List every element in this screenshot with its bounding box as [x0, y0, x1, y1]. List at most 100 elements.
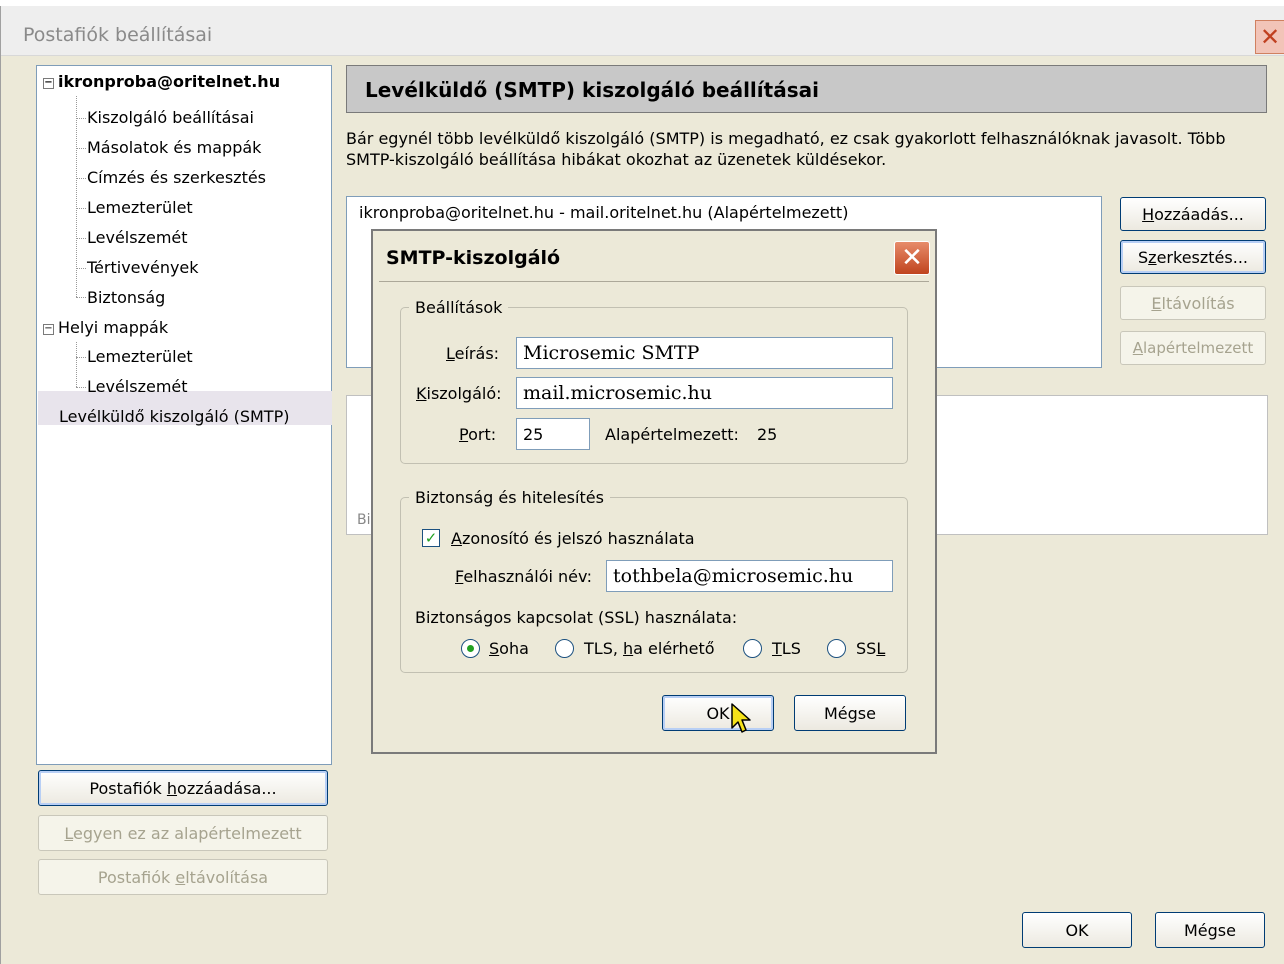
- description-line: SMTP-kiszolgáló beállítása hibákat okozh…: [346, 150, 887, 169]
- add-smtp-button[interactable]: Hozzáadás...: [1120, 197, 1266, 231]
- tree-account-local-folders[interactable]: − Helyi mappák: [43, 318, 168, 337]
- server-label: Kiszolgáló:: [416, 384, 502, 403]
- server-input[interactable]: [516, 377, 893, 409]
- label-part: TLS,: [584, 639, 624, 658]
- collapse-icon[interactable]: −: [43, 78, 54, 89]
- ssl-tls-if-available-label[interactable]: TLS, ha elérhető: [584, 639, 715, 658]
- accesskey: E: [1151, 293, 1162, 313]
- tree-connector: [76, 268, 86, 269]
- set-default-account-button[interactable]: Legyen ez az alapértelmezett: [38, 815, 328, 851]
- details-partial-label: Bi: [357, 512, 371, 528]
- auth-checkbox[interactable]: ✓: [422, 529, 440, 547]
- accesskey: L: [64, 823, 74, 843]
- tree-item-disk-space[interactable]: Lemezterület: [87, 198, 193, 217]
- label-part: ltávolítása: [185, 867, 269, 887]
- remove-smtp-button[interactable]: Eltávolítás: [1120, 286, 1266, 320]
- panel-header: Levélküldő (SMTP) kiszolgáló beállításai: [346, 65, 1267, 113]
- window-title: Postafiók beállításai: [23, 24, 213, 46]
- username-label: Felhasználói név:: [455, 567, 592, 586]
- tree-connector: [76, 178, 86, 179]
- smtp-server-row[interactable]: ikronproba@oritelnet.hu - mail.oritelnet…: [359, 203, 848, 222]
- tree-item-local-junk[interactable]: Levélszemét: [87, 377, 188, 396]
- tree-item-junk[interactable]: Levélszemét: [87, 228, 188, 247]
- tree-item-server-settings[interactable]: Kiszolgáló beállításai: [87, 108, 254, 127]
- smtp-server-dialog: SMTP-kiszolgáló ✕ Beállítások Leírás: Ki…: [371, 229, 937, 754]
- window-cancel-button[interactable]: Mégse: [1155, 912, 1265, 948]
- accesskey: A: [451, 529, 462, 548]
- dialog-close-icon[interactable]: ✕: [894, 241, 930, 275]
- tree-item-local-disk-space[interactable]: Lemezterület: [87, 347, 193, 366]
- tree-account-ikronproba[interactable]: − ikronproba@oritelnet.hu: [43, 72, 280, 91]
- accesskey: S: [489, 639, 500, 658]
- tree-item-composition[interactable]: Címzés és szerkesztés: [87, 168, 266, 187]
- edit-smtp-button[interactable]: Szerkesztés...: [1120, 240, 1266, 274]
- ssl-label: Biztonságos kapcsolat (SSL) használata:: [415, 608, 738, 627]
- tree-item-security[interactable]: Biztonság: [87, 288, 165, 307]
- accesskey: K: [416, 384, 427, 403]
- port-input[interactable]: [516, 418, 590, 450]
- ssl-tls-label[interactable]: TLS: [772, 639, 801, 658]
- ssl-tls-if-available-radio[interactable]: [555, 639, 574, 658]
- label-part: oha: [499, 639, 529, 658]
- account-tree: − ikronproba@oritelnet.hu Kiszolgáló beál…: [36, 65, 332, 765]
- tree-connector: [76, 208, 86, 209]
- tree-item-receipts[interactable]: Tértivevények: [87, 258, 199, 277]
- label-part: lapértelmezett: [1143, 339, 1254, 357]
- accesskey: P: [459, 425, 469, 444]
- window-titlebar: Postafiók beállításai ✕: [1, 6, 1284, 56]
- default-port-value: 25: [757, 425, 778, 444]
- ssl-never-label[interactable]: Soha: [489, 639, 529, 658]
- ssl-ssl-label[interactable]: SSL: [856, 639, 885, 658]
- label-part: erkesztés...: [1156, 247, 1248, 267]
- tree-item-copies-folders[interactable]: Másolatok és mappák: [87, 138, 261, 157]
- label-part: Postafiók: [97, 867, 176, 887]
- label-part: LS: [781, 639, 801, 658]
- label-part: ozzáadás...: [1154, 204, 1244, 224]
- ssl-never-radio[interactable]: [461, 639, 480, 658]
- accesskey: e: [175, 867, 186, 887]
- panel-description: Bár egynél több levélküldő kiszolgáló (S…: [346, 128, 1246, 170]
- description-input[interactable]: [516, 337, 893, 369]
- window-close-icon[interactable]: ✕: [1255, 20, 1284, 54]
- ssl-ssl-radio[interactable]: [827, 639, 846, 658]
- tree-connector: [76, 342, 77, 387]
- set-default-smtp-button[interactable]: Alapértelmezett: [1120, 331, 1266, 365]
- panel-heading: Levélküldő (SMTP) kiszolgáló beállításai: [365, 78, 819, 102]
- dialog-ok-button[interactable]: OK: [662, 695, 774, 731]
- label-part: SS: [856, 639, 877, 658]
- accesskey: z: [1148, 247, 1157, 267]
- label-part: Postafiók: [89, 778, 167, 798]
- label-part: eírás:: [454, 344, 500, 363]
- security-group-label: Biztonság és hitelesítés: [415, 488, 604, 507]
- tree-connector: [76, 96, 77, 297]
- mouse-pointer-icon: [731, 703, 751, 733]
- tree-connector: [76, 387, 86, 388]
- auth-checkbox-label[interactable]: Azonosító és jelszó használata: [451, 529, 695, 548]
- label-part: ozzáadása...: [177, 778, 277, 798]
- accesskey: T: [772, 639, 782, 658]
- username-input[interactable]: [606, 560, 893, 592]
- collapse-icon[interactable]: −: [43, 324, 54, 335]
- dialog-body: Beállítások Leírás: Kiszolgáló: Port: Al…: [379, 281, 929, 746]
- ssl-tls-radio[interactable]: [743, 639, 762, 658]
- label-part: S: [1138, 247, 1149, 267]
- default-port-label: Alapértelmezett:: [605, 425, 739, 444]
- tree-item-smtp[interactable]: Levélküldő kiszolgáló (SMTP): [59, 407, 289, 426]
- accesskey: L: [876, 639, 886, 658]
- label-part: egyen ez az alapértelmezett: [73, 823, 302, 843]
- remove-account-button[interactable]: Postafiók eltávolítása: [38, 859, 328, 895]
- port-label: Port:: [459, 425, 496, 444]
- label-part: elhasználói név:: [463, 567, 592, 586]
- dialog-cancel-button[interactable]: Mégse: [794, 695, 906, 731]
- settings-group-label: Beállítások: [415, 298, 503, 317]
- tree-connector: [76, 148, 86, 149]
- tree-connector: [76, 118, 86, 119]
- accesskey: h: [166, 778, 178, 798]
- accesskey: A: [1132, 339, 1143, 357]
- accesskey: L: [446, 344, 455, 363]
- accesskey: H: [1142, 204, 1155, 224]
- add-account-button[interactable]: Postafiók hozzáadása...: [38, 770, 328, 806]
- window-ok-button[interactable]: OK: [1022, 912, 1132, 948]
- radio-selected-dot: [467, 645, 474, 652]
- label-part: iszolgáló:: [426, 384, 502, 403]
